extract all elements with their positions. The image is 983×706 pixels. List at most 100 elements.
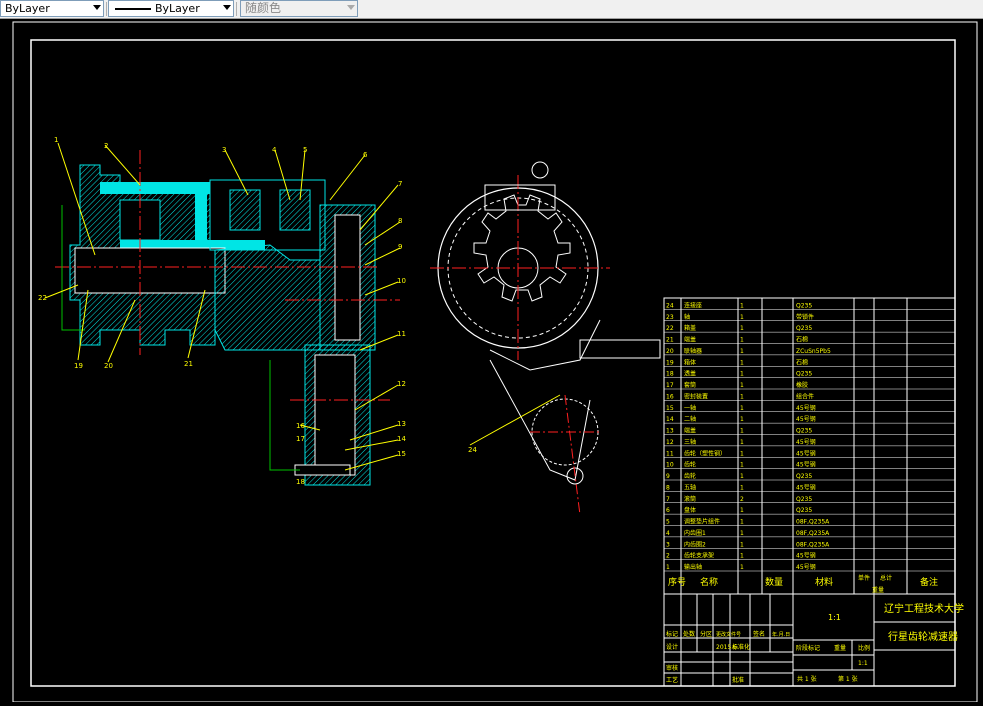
- arm-outline: [489, 359, 591, 481]
- bom-cell-no: 21: [666, 337, 674, 344]
- bom-cell-material: 45号钢: [796, 404, 816, 412]
- sectional-view: 1 2 3 4 5 6 7 8 9 10 11 12 13 14 15 16 1…: [38, 136, 406, 486]
- chevron-down-icon[interactable]: [223, 5, 231, 10]
- end-view: 24: [430, 161, 661, 516]
- bom-cell-name: 内齿圈1: [684, 529, 706, 537]
- input-shaft: [579, 339, 661, 359]
- linetype-combo[interactable]: ByLayer: [108, 0, 234, 17]
- bom-cell-qty: 2: [740, 496, 744, 503]
- bom-cell-qty: 1: [740, 302, 744, 309]
- design-label: 设计: [666, 643, 678, 651]
- shaft-solid: [195, 182, 207, 250]
- arm-outline: [489, 319, 601, 371]
- bom-cell-name: 透盖: [684, 370, 696, 378]
- bom-cell-material: 08F,Q235A: [796, 530, 830, 537]
- drawing-canvas[interactable]: 1 2 3 4 5 6 7 8 9 10 11 12 13 14 15 16 1…: [0, 19, 983, 703]
- change-label: 更改文件号: [716, 631, 741, 638]
- bom-cell-material: Q235: [796, 428, 812, 435]
- bom-cell-no: 3: [666, 541, 670, 548]
- output-stub: [294, 464, 351, 476]
- gear-teeth: [334, 214, 361, 341]
- bom-cell-qty: 1: [740, 564, 744, 571]
- bom-cell-no: 5: [666, 519, 670, 526]
- bom-cell-no: 2: [666, 553, 670, 560]
- balloon-3: 3: [222, 146, 226, 154]
- bom-cell-no: 20: [666, 348, 674, 355]
- bom-cell-name: 滚筒: [684, 495, 696, 503]
- process-label: 工艺: [666, 676, 678, 684]
- inner-sheet-border: [30, 39, 956, 687]
- bom-cell-qty: 1: [740, 553, 744, 560]
- ratio-label: 比例: [858, 644, 870, 652]
- balloon-10: 10: [397, 277, 406, 285]
- bom-cell-material: 45号钢: [796, 563, 816, 571]
- bom-cell-qty: 1: [740, 382, 744, 389]
- balloon-20: 20: [104, 362, 113, 370]
- bom-cell-no: 13: [666, 428, 674, 435]
- bom-cell-material: 45号钢: [796, 552, 816, 560]
- bom-cell-material: 带锁件: [796, 313, 814, 321]
- balloon-2: 2: [104, 142, 108, 150]
- bom-cell-name: 五轴: [684, 483, 696, 491]
- color-combo-value: ByLayer: [5, 2, 50, 15]
- total-sheets: 共 1 张: [797, 675, 817, 683]
- bom-cell-qty: 1: [740, 428, 744, 435]
- balloon-16: 16: [296, 422, 305, 430]
- mark-label: 标记: [666, 630, 678, 638]
- bom-cell-no: 24: [666, 302, 674, 309]
- bom-cell-material: Q235: [796, 507, 812, 514]
- bom-cell-name: 箱体: [684, 358, 696, 366]
- plotstyle-combo: 随颜色: [240, 0, 358, 17]
- plotstyle-combo-value: 随颜色: [245, 1, 282, 15]
- bom-cell-no: 4: [666, 530, 670, 537]
- date-label: 年.月.日: [772, 631, 790, 638]
- lifting-lug: [531, 161, 549, 179]
- bearing: [279, 189, 311, 231]
- bom-cell-qty: 1: [740, 325, 744, 332]
- balloon-15: 15: [397, 450, 406, 458]
- bom-cell-material: Q235: [796, 371, 812, 378]
- top-mount: [484, 184, 556, 211]
- bom-cell-no: 17: [666, 382, 674, 389]
- balloon-7: 7: [398, 180, 402, 188]
- bom-cell-material: 橡胶: [796, 381, 808, 389]
- bom-cell-name: 输出轴: [684, 563, 702, 571]
- bom-cell-material: 45号钢: [796, 415, 816, 423]
- bom-cell-qty: 1: [740, 371, 744, 378]
- bom-header-qty: 数量: [765, 576, 783, 588]
- bom-cell-qty: 1: [740, 462, 744, 469]
- bom-cell-qty: 1: [740, 519, 744, 526]
- chevron-down-icon[interactable]: [93, 5, 101, 10]
- bom-header-no: 序号: [668, 576, 686, 588]
- bom-cell-material: ZCuSn5Pb5: [796, 348, 831, 355]
- bom-cell-qty: 1: [740, 507, 744, 514]
- bom-cell-no: 19: [666, 359, 674, 366]
- bom-header-unit: 单件: [858, 574, 870, 582]
- bom-cell-name: 二轴: [684, 415, 696, 423]
- bom-cell-material: Q235: [796, 325, 812, 332]
- bom-cell-qty: 1: [740, 314, 744, 321]
- bom-cell-no: 15: [666, 405, 674, 412]
- bom-cell-name: 套筒: [684, 381, 696, 389]
- drawing-svg: 1 2 3 4 5 6 7 8 9 10 11 12 13 14 15 16 1…: [12, 21, 978, 703]
- bom-cell-no: 11: [666, 450, 674, 457]
- centerline: [564, 394, 581, 516]
- bom-cell-qty: 1: [740, 359, 744, 366]
- bearing: [229, 189, 261, 231]
- bom-cell-qty: 1: [740, 473, 744, 480]
- balloon-8: 8: [398, 217, 402, 225]
- bom-cell-no: 12: [666, 439, 674, 446]
- bom-cell-qty: 1: [740, 450, 744, 457]
- balloon-11: 11: [397, 330, 406, 338]
- balloon-1: 1: [54, 136, 58, 144]
- bom-cell-name: 端盖: [684, 427, 696, 435]
- drawing-title: 行星齿轮减速器: [888, 630, 958, 643]
- bom-cell-qty: 1: [740, 405, 744, 412]
- scale-mark: 1:1: [828, 613, 841, 622]
- bom-cell-material: 45号钢: [796, 449, 816, 457]
- color-combo[interactable]: ByLayer: [0, 0, 104, 17]
- bom-cell-material: 45号钢: [796, 461, 816, 469]
- balloon-5: 5: [303, 146, 307, 154]
- bom-cell-no: 14: [666, 416, 674, 423]
- bom-cell-material: Q235: [796, 302, 812, 309]
